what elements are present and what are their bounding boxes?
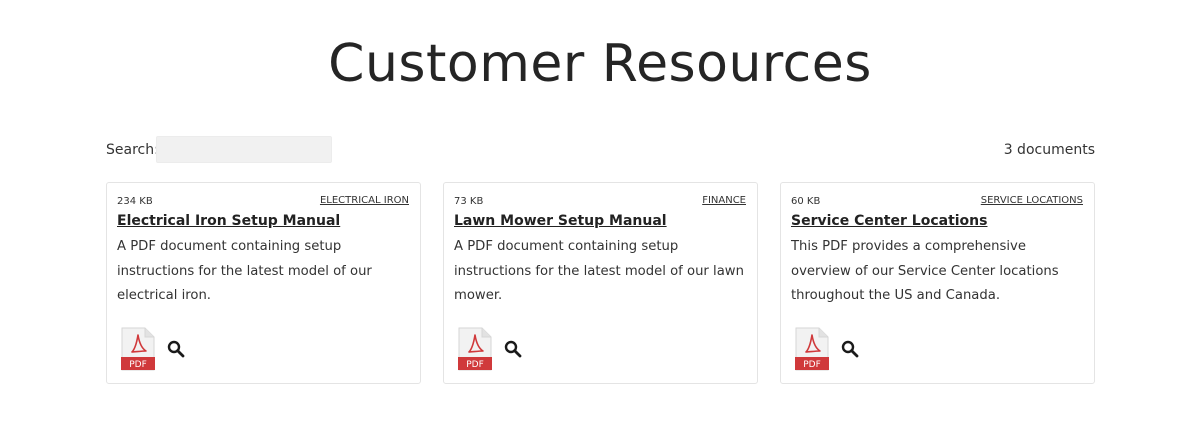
- pdf-file-icon[interactable]: PDF: [795, 327, 829, 371]
- category-tag-link[interactable]: SERVICE LOCATIONS: [981, 195, 1083, 206]
- document-description: A PDF document containing setup instruct…: [117, 239, 372, 303]
- pdf-icon-label: PDF: [129, 360, 147, 370]
- document-card: 60 KB SERVICE LOCATIONS Service Center L…: [780, 182, 1095, 384]
- customer-resources-page: Customer Resources Search: 3 documents 2…: [0, 0, 1200, 428]
- pdf-file-icon[interactable]: PDF: [121, 327, 155, 371]
- category-tag-link[interactable]: ELECTRICAL IRON: [320, 195, 409, 206]
- document-count: 3 documents: [1003, 142, 1095, 158]
- page-title: Customer Resources: [328, 34, 872, 94]
- document-card: 73 KB FINANCE Lawn Mower Setup Manual A …: [443, 182, 758, 384]
- magnifier-icon[interactable]: [167, 340, 185, 358]
- file-size: 234 KB: [117, 196, 153, 207]
- magnifier-icon[interactable]: [504, 340, 522, 358]
- search-label: Search:: [106, 142, 159, 158]
- document-description: A PDF document containing setup instruct…: [454, 239, 744, 303]
- search-input[interactable]: [156, 136, 332, 163]
- magnifier-icon[interactable]: [841, 340, 859, 358]
- document-title-link[interactable]: Electrical Iron Setup Manual: [117, 213, 340, 229]
- document-title-link[interactable]: Service Center Locations: [791, 213, 987, 229]
- document-title-link[interactable]: Lawn Mower Setup Manual: [454, 213, 667, 229]
- document-card: 234 KB ELECTRICAL IRON Electrical Iron S…: [106, 182, 421, 384]
- pdf-icon-label: PDF: [466, 360, 484, 370]
- search-toolbar: Search: 3 documents: [106, 136, 1095, 164]
- category-tag-link[interactable]: FINANCE: [702, 195, 746, 206]
- document-description: This PDF provides a comprehensive overvi…: [791, 239, 1059, 303]
- pdf-file-icon[interactable]: PDF: [458, 327, 492, 371]
- pdf-icon-label: PDF: [803, 360, 821, 370]
- file-size: 73 KB: [454, 196, 484, 207]
- document-list: 234 KB ELECTRICAL IRON Electrical Iron S…: [106, 182, 1095, 385]
- file-size: 60 KB: [791, 196, 821, 207]
